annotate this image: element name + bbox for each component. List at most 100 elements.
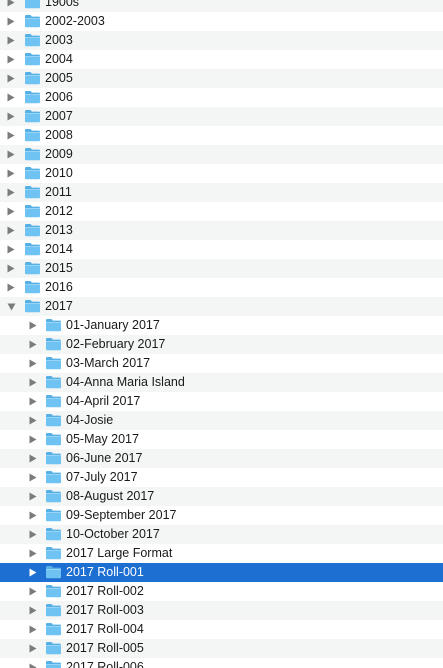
tree-row[interactable]: 10-October 2017 [0, 525, 443, 544]
tree-row[interactable]: 03-March 2017 [0, 354, 443, 373]
tree-row[interactable]: 2007 [0, 107, 443, 126]
chevron-down-icon[interactable] [4, 297, 18, 316]
tree-row[interactable]: 2017 Roll-003 [0, 601, 443, 620]
folder-name: 2017 Roll-001 [66, 565, 144, 579]
tree-row[interactable]: 01-January 2017 [0, 316, 443, 335]
tree-row[interactable]: 2017 Roll-004 [0, 620, 443, 639]
tree-row[interactable]: 2015 [0, 259, 443, 278]
folder-name: 2013 [45, 223, 73, 237]
tree-row[interactable]: 08-August 2017 [0, 487, 443, 506]
folder-name: 2014 [45, 242, 73, 256]
tree-row[interactable]: 2012 [0, 202, 443, 221]
chevron-right-icon[interactable] [26, 525, 40, 544]
chevron-right-icon[interactable] [26, 506, 40, 525]
chevron-right-icon[interactable] [26, 601, 40, 620]
chevron-right-icon[interactable] [4, 240, 18, 259]
tree-row[interactable]: 2017 Roll-002 [0, 582, 443, 601]
chevron-right-icon[interactable] [26, 582, 40, 601]
chevron-right-icon[interactable] [4, 221, 18, 240]
chevron-right-icon[interactable] [4, 278, 18, 297]
chevron-right-icon[interactable] [26, 449, 40, 468]
chevron-right-icon[interactable] [26, 316, 40, 335]
tree-row[interactable]: 2010 [0, 164, 443, 183]
folder-icon [45, 337, 62, 351]
chevron-right-icon[interactable] [4, 202, 18, 221]
tree-row[interactable]: 2016 [0, 278, 443, 297]
chevron-right-icon[interactable] [4, 12, 18, 31]
chevron-right-icon[interactable] [4, 88, 18, 107]
folder-name: 2017 Roll-004 [66, 622, 144, 636]
chevron-right-icon[interactable] [4, 0, 18, 12]
folder-icon [45, 603, 62, 617]
chevron-right-icon[interactable] [26, 620, 40, 639]
folder-icon [24, 128, 41, 142]
tree-row[interactable]: 2004 [0, 50, 443, 69]
tree-row[interactable]: 2017 Roll-005 [0, 639, 443, 658]
chevron-right-icon[interactable] [26, 354, 40, 373]
tree-row[interactable]: 2002-2003 [0, 12, 443, 31]
folder-icon [45, 375, 62, 389]
tree-row[interactable]: 2011 [0, 183, 443, 202]
chevron-right-icon[interactable] [4, 50, 18, 69]
folder-icon [24, 261, 41, 275]
chevron-right-icon[interactable] [26, 563, 40, 582]
tree-row[interactable]: 2006 [0, 88, 443, 107]
folder-icon [45, 546, 62, 560]
tree-row[interactable]: 04-Anna Maria Island [0, 373, 443, 392]
folder-name: 04-Anna Maria Island [66, 375, 185, 389]
chevron-right-icon[interactable] [4, 107, 18, 126]
chevron-right-icon[interactable] [4, 145, 18, 164]
tree-row[interactable]: 06-June 2017 [0, 449, 443, 468]
tree-row[interactable]: 2003 [0, 31, 443, 50]
folder-name: 2003 [45, 33, 73, 47]
chevron-right-icon[interactable] [4, 69, 18, 88]
chevron-right-icon[interactable] [26, 392, 40, 411]
chevron-right-icon[interactable] [26, 487, 40, 506]
chevron-right-icon[interactable] [26, 468, 40, 487]
tree-row[interactable]: 2014 [0, 240, 443, 259]
chevron-right-icon[interactable] [26, 373, 40, 392]
tree-row[interactable]: 05-May 2017 [0, 430, 443, 449]
chevron-right-icon[interactable] [26, 639, 40, 658]
folder-icon [24, 223, 41, 237]
chevron-right-icon[interactable] [26, 544, 40, 563]
folder-name: 09-September 2017 [66, 508, 177, 522]
chevron-right-icon[interactable] [4, 126, 18, 145]
folder-icon [24, 280, 41, 294]
tree-row[interactable]: 2013 [0, 221, 443, 240]
folder-name: 10-October 2017 [66, 527, 160, 541]
tree-row[interactable]: 2017 Large Format [0, 544, 443, 563]
tree-row[interactable]: 2008 [0, 126, 443, 145]
folder-name: 04-April 2017 [66, 394, 141, 408]
chevron-right-icon[interactable] [4, 183, 18, 202]
tree-row[interactable]: 2017 [0, 297, 443, 316]
chevron-right-icon[interactable] [4, 259, 18, 278]
folder-icon [24, 90, 41, 104]
chevron-right-icon[interactable] [26, 335, 40, 354]
folder-icon [45, 432, 62, 446]
folder-icon [45, 318, 62, 332]
folder-icon [24, 71, 41, 85]
chevron-right-icon[interactable] [26, 658, 40, 668]
folder-name: 2017 Roll-006 [66, 660, 144, 668]
tree-row[interactable]: 09-September 2017 [0, 506, 443, 525]
tree-row[interactable]: 07-July 2017 [0, 468, 443, 487]
folder-name: 2012 [45, 204, 73, 218]
chevron-right-icon[interactable] [26, 430, 40, 449]
tree-row[interactable]: 2005 [0, 69, 443, 88]
tree-row[interactable]: 2017 Roll-006 [0, 658, 443, 668]
tree-row[interactable]: 2017 Roll-001 [0, 563, 443, 582]
chevron-right-icon[interactable] [4, 164, 18, 183]
folder-icon [45, 565, 62, 579]
folder-name: 2007 [45, 109, 73, 123]
folder-icon [24, 147, 41, 161]
chevron-right-icon[interactable] [26, 411, 40, 430]
tree-row[interactable]: 2009 [0, 145, 443, 164]
chevron-right-icon[interactable] [4, 31, 18, 50]
tree-row[interactable]: 04-Josie [0, 411, 443, 430]
tree-row[interactable]: 1900s [0, 0, 443, 12]
folder-icon [45, 413, 62, 427]
tree-row[interactable]: 02-February 2017 [0, 335, 443, 354]
tree-row[interactable]: 04-April 2017 [0, 392, 443, 411]
folder-icon [24, 14, 41, 28]
